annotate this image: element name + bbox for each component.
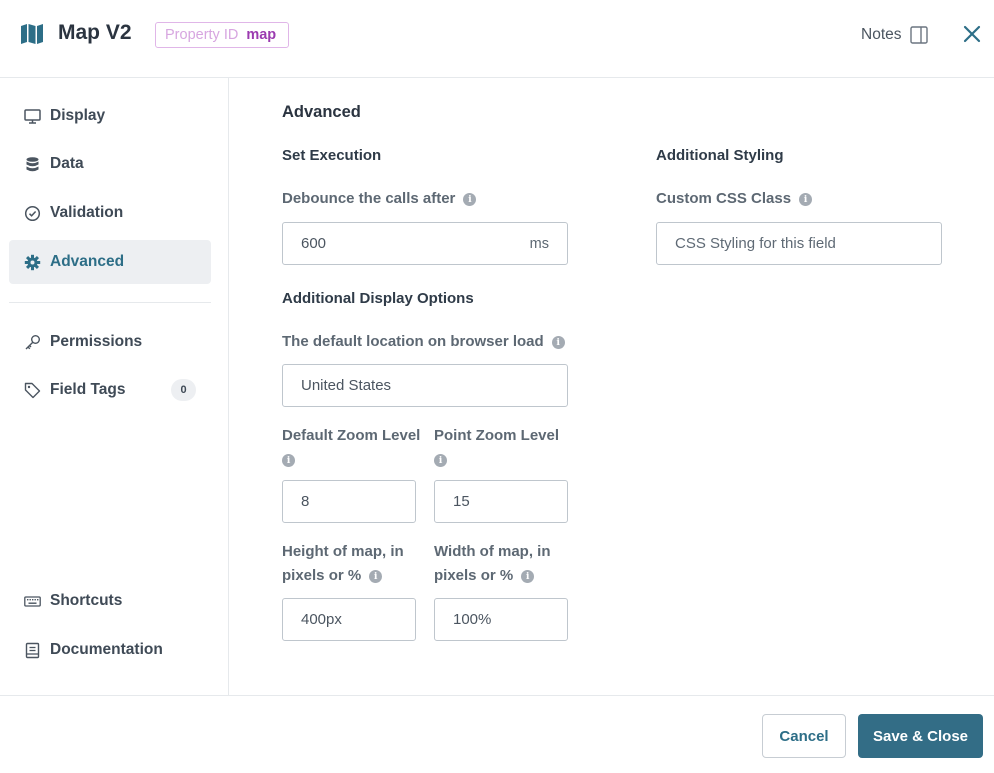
sidebar-item-advanced[interactable]: Advanced: [9, 240, 211, 284]
sidebar-item-permissions[interactable]: Permissions: [9, 320, 211, 364]
check-circle-icon: [24, 205, 41, 221]
cancel-button[interactable]: Cancel: [762, 714, 846, 758]
info-icon[interactable]: i: [282, 454, 295, 467]
info-icon[interactable]: i: [434, 454, 447, 467]
sidebar: Display Data Validation Advanced Permiss…: [0, 78, 229, 695]
info-icon[interactable]: i: [369, 570, 383, 583]
notes-label: Notes: [861, 26, 902, 43]
sidebar-item-documentation[interactable]: Documentation: [9, 628, 211, 672]
sidebar-item-label: Permissions: [50, 333, 143, 350]
document-icon: [25, 642, 40, 658]
tag-icon: [24, 382, 41, 398]
default-location-label: The default location on browser load i: [282, 330, 565, 354]
modal-title: Map V2: [58, 21, 132, 44]
sidebar-item-label: Validation: [50, 204, 124, 221]
section-title: Advanced: [282, 103, 361, 121]
point-zoom-label: Point Zoom Level i: [434, 427, 560, 467]
default-zoom-input[interactable]: 8: [282, 480, 416, 523]
default-location-input[interactable]: United States: [282, 364, 568, 407]
debounce-unit: ms: [529, 235, 549, 252]
sidebar-item-data[interactable]: Data: [9, 142, 211, 186]
sidebar-item-field-tags[interactable]: Field Tags 0: [9, 368, 211, 412]
map-height-input[interactable]: 400px: [282, 598, 416, 641]
panel-icon: [909, 26, 928, 44]
additional-styling-heading: Additional Styling: [656, 147, 784, 164]
info-icon[interactable]: i: [521, 570, 535, 583]
sidebar-item-display[interactable]: Display: [9, 94, 211, 138]
info-icon[interactable]: i: [551, 336, 565, 349]
property-id-badge: Property ID map: [155, 22, 290, 48]
sidebar-item-label: Advanced: [50, 253, 125, 270]
modal-footer: Cancel Save & Close: [0, 695, 994, 773]
sidebar-item-label: Display: [50, 107, 106, 124]
sidebar-item-label: Documentation: [50, 641, 163, 658]
info-icon[interactable]: i: [463, 193, 477, 206]
set-execution-heading: Set Execution: [282, 147, 382, 164]
notes-toggle[interactable]: Notes: [861, 26, 928, 44]
sidebar-item-validation[interactable]: Validation: [9, 191, 211, 235]
map-width-label: Width of map, in pixels or % i: [434, 543, 551, 584]
map-height-label: Height of map, in pixels or % i: [282, 543, 404, 584]
info-icon[interactable]: i: [799, 193, 813, 206]
monitor-icon: [24, 108, 41, 124]
field-tags-count-badge: 0: [171, 379, 196, 401]
save-and-close-button[interactable]: Save & Close: [858, 714, 983, 758]
property-id-label: Property ID: [165, 27, 239, 43]
custom-css-class-label: Custom CSS Class i: [656, 187, 813, 211]
display-options-heading: Additional Display Options: [282, 290, 474, 307]
property-id-value: map: [246, 27, 277, 43]
sidebar-divider: [9, 302, 211, 303]
keyboard-icon: [24, 595, 41, 607]
custom-css-class-input[interactable]: CSS Styling for this field: [656, 222, 942, 265]
close-icon[interactable]: [962, 24, 982, 44]
map-icon: [21, 24, 43, 44]
default-zoom-label: Default Zoom Level i: [282, 427, 421, 467]
sidebar-item-shortcuts[interactable]: Shortcuts: [9, 579, 211, 623]
sidebar-item-label: Data: [50, 155, 84, 172]
debounce-label: Debounce the calls after i: [282, 187, 477, 211]
modal-header: Map V2 Property ID map Notes: [0, 0, 994, 78]
database-icon: [26, 156, 39, 171]
sidebar-item-label: Field Tags: [50, 381, 126, 398]
gear-icon: [24, 254, 41, 270]
key-icon: [25, 334, 40, 349]
point-zoom-input[interactable]: 15: [434, 480, 568, 523]
sidebar-item-label: Shortcuts: [50, 592, 123, 609]
debounce-input[interactable]: 600 ms: [282, 222, 568, 265]
main-panel: Advanced Set Execution Debounce the call…: [229, 78, 994, 695]
map-width-input[interactable]: 100%: [434, 598, 568, 641]
